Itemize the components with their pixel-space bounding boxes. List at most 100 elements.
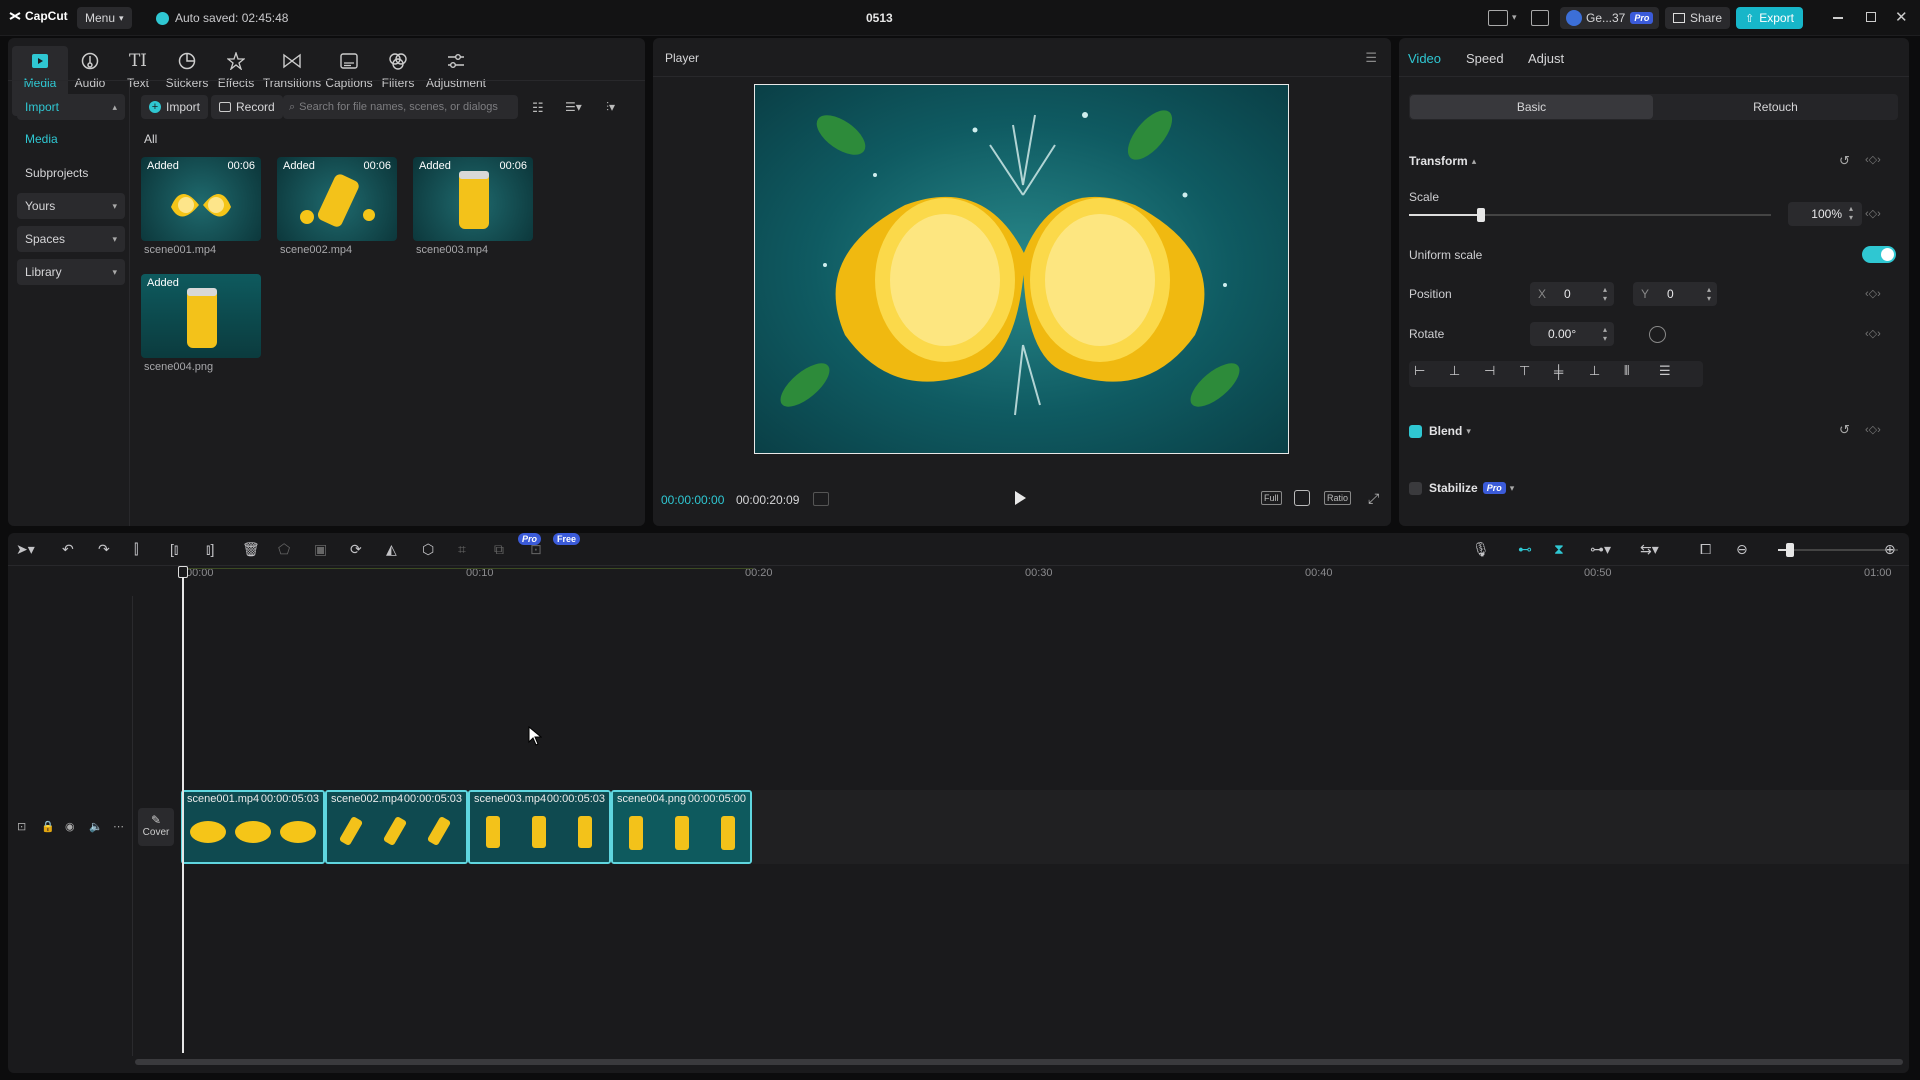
blend-section[interactable]: Blend ▾ [1409, 424, 1471, 438]
delete-icon[interactable]: 🗑 [242, 541, 278, 558]
stepper-icon[interactable]: ▴ ▾ [1603, 285, 1607, 303]
transform-section[interactable]: Transform ▴ [1409, 154, 1476, 168]
timeline-scrollbar[interactable] [135, 1059, 1903, 1065]
select-tool-icon[interactable]: ➤▾ [16, 541, 52, 558]
tab-video[interactable]: Video [1408, 51, 1441, 66]
filter-icon[interactable]: ⫶▾ [606, 100, 615, 115]
reset-icon[interactable]: ↺ [1839, 422, 1850, 438]
fit-icon[interactable]: ⧠ [1700, 541, 1736, 558]
minimize-icon[interactable] [1833, 17, 1843, 19]
position-x-input[interactable]: X 0 [1530, 282, 1614, 306]
mirror-icon[interactable]: ◭ [386, 541, 422, 558]
export-button[interactable]: ⇧ Export [1736, 7, 1803, 29]
close-icon[interactable]: ✕ [1895, 8, 1908, 26]
distribute-h-icon[interactable]: ⫴ [1624, 363, 1659, 379]
search-input[interactable]: ⌕ Search for file names, scenes, or dial… [283, 95, 518, 119]
media-thumb-scene003[interactable]: Added 00:06 [413, 157, 533, 241]
shortcut-icon[interactable] [1531, 10, 1549, 26]
track-select-icon[interactable]: ⊡ [17, 820, 41, 833]
tab-adjust[interactable]: Adjust [1528, 51, 1564, 66]
uniform-scale-toggle[interactable] [1862, 246, 1896, 263]
align-center-v-icon[interactable]: ╪ [1554, 364, 1589, 379]
play-icon[interactable] [1015, 491, 1026, 505]
timeline-clip-scene002[interactable]: scene002.mp4 00:00:05:03 [325, 790, 468, 864]
align-bottom-icon[interactable]: ⊥ [1589, 363, 1624, 379]
sidebar-spaces[interactable]: Spaces ▾ [17, 226, 125, 252]
sidebar-library[interactable]: Library ▾ [17, 259, 125, 285]
eye-icon[interactable]: ◉ [65, 820, 89, 833]
split-left-icon[interactable]: [⫾ [170, 541, 206, 558]
account-button[interactable]: Ge...37 Pro [1560, 7, 1660, 29]
preview-canvas[interactable] [754, 84, 1289, 454]
full-quality-button[interactable]: Full [1261, 491, 1282, 505]
zoom-slider-handle[interactable] [1786, 543, 1794, 557]
menu-icon[interactable]: ☰ [1365, 50, 1377, 66]
media-thumb-scene001[interactable]: Added 00:06 [141, 157, 261, 241]
record-button[interactable]: Record [211, 95, 283, 119]
scale-slider-handle[interactable] [1477, 208, 1486, 222]
zoom-out-icon[interactable]: ⊖ [1736, 541, 1766, 558]
keyframe-icon[interactable]: ‹◇› [1865, 153, 1881, 166]
main-track-magnet-icon[interactable]: ⊷ [1518, 541, 1554, 558]
reset-icon[interactable]: ↺ [1839, 153, 1850, 169]
crop-icon[interactable]: ⌗ [458, 541, 494, 558]
media-thumb-scene002[interactable]: Added 00:06 [277, 157, 397, 241]
stepper-icon[interactable]: ▴ ▾ [1849, 204, 1853, 222]
redo-icon[interactable]: ↷ [98, 541, 134, 558]
more-icon[interactable]: ⋯ [113, 820, 137, 833]
subtab-basic[interactable]: Basic [1410, 95, 1653, 119]
menu-button[interactable]: Menu ▾ [77, 7, 132, 29]
scale-slider[interactable] [1409, 208, 1771, 222]
stabilize-checkbox[interactable] [1409, 481, 1422, 495]
reverse-icon[interactable]: ⟳ [350, 541, 386, 558]
timeline-clip-scene001[interactable]: scene001.mp4 00:00:05:03 [181, 790, 325, 864]
auto-snap-icon[interactable]: ⧗ [1554, 541, 1590, 558]
snapshot-icon[interactable] [1294, 490, 1310, 506]
freeze-icon[interactable]: ▣ [314, 541, 350, 558]
volume-icon[interactable]: 🔈 [89, 820, 113, 833]
align-center-h-icon[interactable]: ⊥ [1449, 363, 1484, 379]
align-left-icon[interactable]: ⊢ [1414, 363, 1449, 379]
timeline-clip-scene004[interactable]: scene004.png 00:00:05:00 [611, 790, 752, 864]
import-button[interactable]: + Import [141, 95, 209, 119]
tab-speed[interactable]: Speed [1466, 51, 1504, 66]
cover-button[interactable]: ✎ Cover [138, 808, 174, 846]
stabilize-section[interactable]: Stabilize Pro ▾ [1409, 481, 1514, 495]
zoom-in-icon[interactable]: ⊕ [1884, 541, 1896, 558]
filter-all[interactable]: All [144, 132, 157, 146]
stepper-icon[interactable]: ▴ ▾ [1603, 325, 1607, 343]
keyframe-icon[interactable]: ‹◇› [1865, 287, 1881, 300]
blend-checkbox[interactable] [1409, 424, 1422, 438]
restore-icon[interactable] [1866, 12, 1876, 22]
sidebar-import[interactable]: Import ▴ [17, 94, 125, 120]
chevron-down-icon[interactable]: ▾ [1512, 12, 1517, 23]
sort-icon[interactable]: ☰▾ [565, 100, 582, 114]
marker-icon[interactable]: ⬠ [278, 541, 314, 558]
fullscreen-icon[interactable]: ⤢ [1368, 490, 1379, 507]
sidebar-subprojects[interactable]: Subprojects [17, 160, 125, 186]
align-right-icon[interactable]: ⊣ [1484, 363, 1519, 379]
rotate-icon[interactable]: ⬡ [422, 541, 458, 558]
zoom-slider[interactable] [1778, 543, 1898, 557]
lock-icon[interactable]: 🔒 [41, 820, 65, 833]
playhead-line[interactable] [182, 577, 184, 1053]
split-right-icon[interactable]: ⫾] [206, 541, 242, 558]
keyframe-icon[interactable]: ‹◇› [1865, 423, 1881, 436]
undo-icon[interactable]: ↶ [62, 541, 98, 558]
timecode-grid-icon[interactable] [813, 492, 829, 506]
keyframe-icon[interactable]: ‹◇› [1865, 207, 1881, 220]
align-top-icon[interactable]: ⊤ [1519, 363, 1554, 379]
ratio-button[interactable]: Ratio [1324, 491, 1352, 505]
subtab-retouch[interactable]: Retouch [1654, 95, 1897, 119]
microphone-icon[interactable]: 🎙 [1472, 541, 1518, 558]
layout-icon[interactable] [1488, 10, 1508, 26]
rotate-input[interactable]: 0.00° [1530, 322, 1614, 346]
grid-view-icon[interactable]: ☷ [532, 100, 544, 116]
timeline-clip-scene003[interactable]: scene003.mp4 00:00:05:03 [468, 790, 611, 864]
stepper-icon[interactable]: ▴ ▾ [1707, 285, 1711, 303]
preview-axis-icon[interactable]: ⇆▾ [1640, 541, 1700, 558]
keyframe-icon[interactable]: ‹◇› [1865, 327, 1881, 340]
sidebar-yours[interactable]: Yours ▾ [17, 193, 125, 219]
sidebar-media[interactable]: Media [17, 126, 125, 152]
distribute-v-icon[interactable]: ☰ [1659, 363, 1694, 379]
